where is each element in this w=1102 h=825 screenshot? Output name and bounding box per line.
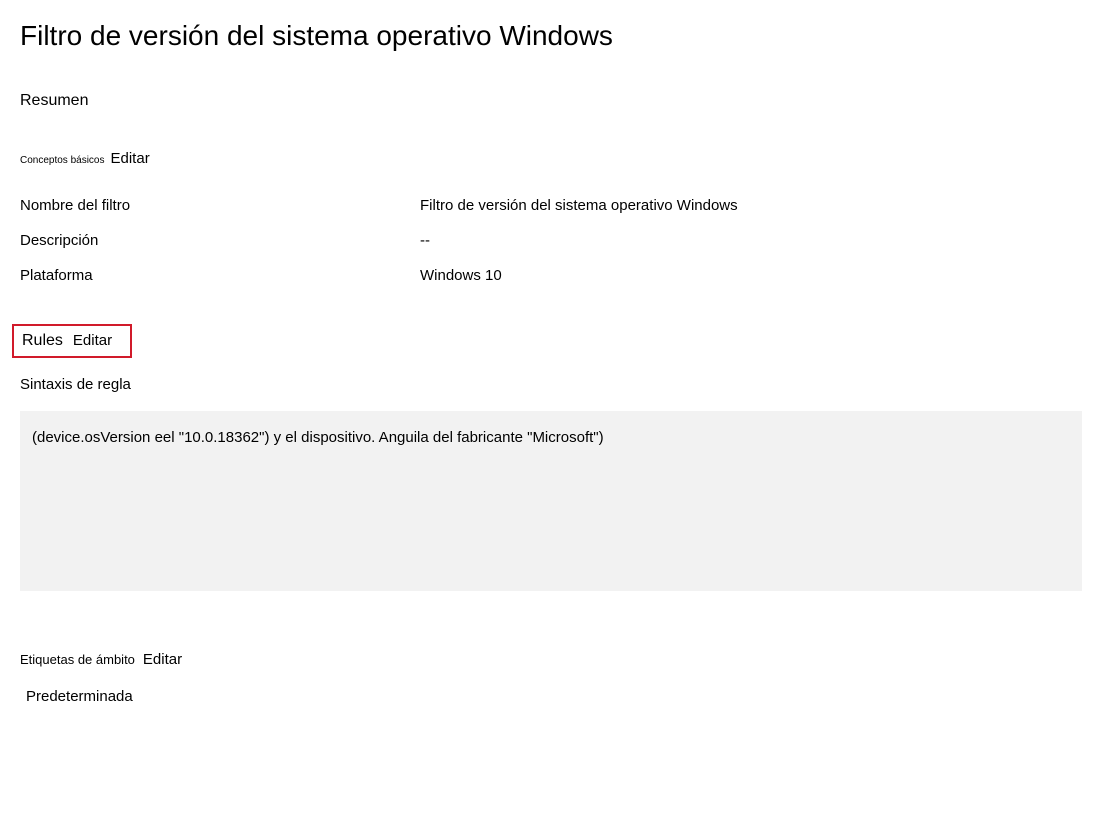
filter-name-label: Nombre del filtro <box>20 197 420 214</box>
platform-value: Windows 10 <box>420 267 502 284</box>
basics-kv-rows: Nombre del filtro Filtro de versión del … <box>20 197 1082 284</box>
scope-tags-label: Etiquetas de ámbito <box>20 652 135 667</box>
scope-tags-section-header: Etiquetas de ámbito Editar <box>20 651 1082 668</box>
rules-edit-link[interactable]: Editar <box>73 332 112 349</box>
basics-label: Conceptos básicos <box>20 155 105 166</box>
page-title: Filtro de versión del sistema operativo … <box>20 20 1082 52</box>
rule-syntax-label: Sintaxis de regla <box>20 376 1082 393</box>
description-row: Descripción -- <box>20 232 1082 249</box>
filter-name-value: Filtro de versión del sistema operativo … <box>420 197 738 214</box>
rule-syntax-text: (device.osVersion eel "10.0.18362") y el… <box>32 429 604 446</box>
basics-section-header: Conceptos básicos Editar <box>20 150 1082 167</box>
rules-label: Rules <box>22 332 63 350</box>
scope-tag-default: Predeterminada <box>26 688 1082 705</box>
platform-row: Plataforma Windows 10 <box>20 267 1082 284</box>
description-value: -- <box>420 232 430 249</box>
description-label: Descripción <box>20 232 420 249</box>
filter-name-row: Nombre del filtro Filtro de versión del … <box>20 197 1082 214</box>
scope-tags-edit-link[interactable]: Editar <box>143 651 182 668</box>
rules-section-header: Rules Editar <box>12 324 132 358</box>
rule-syntax-box: (device.osVersion eel "10.0.18362") y el… <box>20 411 1082 591</box>
summary-heading: Resumen <box>20 92 1082 110</box>
basics-edit-link[interactable]: Editar <box>111 150 150 167</box>
platform-label: Plataforma <box>20 267 420 284</box>
